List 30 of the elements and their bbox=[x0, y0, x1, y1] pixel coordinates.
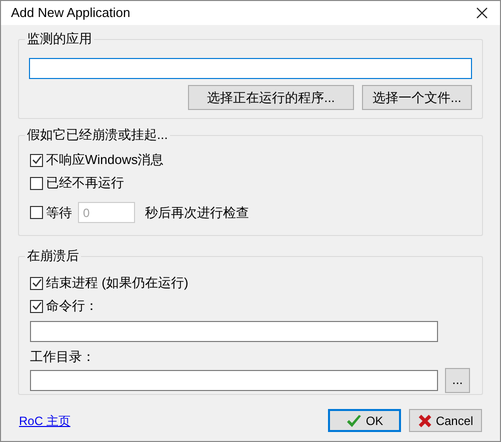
path-field[interactable] bbox=[29, 58, 472, 78]
window-title: Add New Application bbox=[11, 4, 130, 22]
cancel-button[interactable]: Cancel bbox=[409, 409, 482, 432]
close-icon[interactable] bbox=[476, 7, 488, 19]
group-title: 监测的应用 bbox=[25, 30, 94, 48]
homepage-link[interactable]: RoC 主页 bbox=[19, 412, 70, 430]
check-icon bbox=[32, 301, 42, 311]
browse-button[interactable]: 选择正在运行的程序... bbox=[188, 85, 354, 110]
group-title: 假如它已经崩溃或挂起... bbox=[25, 126, 170, 144]
command-field[interactable] bbox=[30, 321, 438, 342]
browse-button[interactable]: 选择一个文件... bbox=[362, 85, 472, 110]
browse-button[interactable]: ... bbox=[445, 368, 470, 392]
checkbox-label: 已经不再运行 bbox=[46, 174, 124, 192]
group-title: 在崩溃后 bbox=[25, 247, 81, 265]
checkbox-label: 结束进程 (如果仍在运行) bbox=[46, 274, 188, 292]
checkbox[interactable] bbox=[30, 300, 43, 312]
checkbox[interactable] bbox=[30, 276, 43, 290]
workdir-field[interactable] bbox=[30, 370, 438, 390]
x-icon bbox=[418, 414, 432, 428]
workdir-label: 工作目录： bbox=[30, 348, 96, 366]
checkbox[interactable] bbox=[30, 176, 43, 190]
checkmark-icon bbox=[346, 414, 362, 428]
checkbox-label: 命令行： bbox=[46, 297, 98, 316]
check-icon bbox=[32, 155, 42, 165]
checkbox-label: 等待 bbox=[46, 204, 72, 222]
seconds-label: 秒后再次进行检查 bbox=[145, 204, 249, 222]
checkbox[interactable] bbox=[30, 154, 43, 166]
check-icon bbox=[32, 278, 42, 288]
checkbox-label: 不响应Windows消息 bbox=[46, 151, 164, 170]
ok-button[interactable]: OK bbox=[328, 409, 401, 432]
